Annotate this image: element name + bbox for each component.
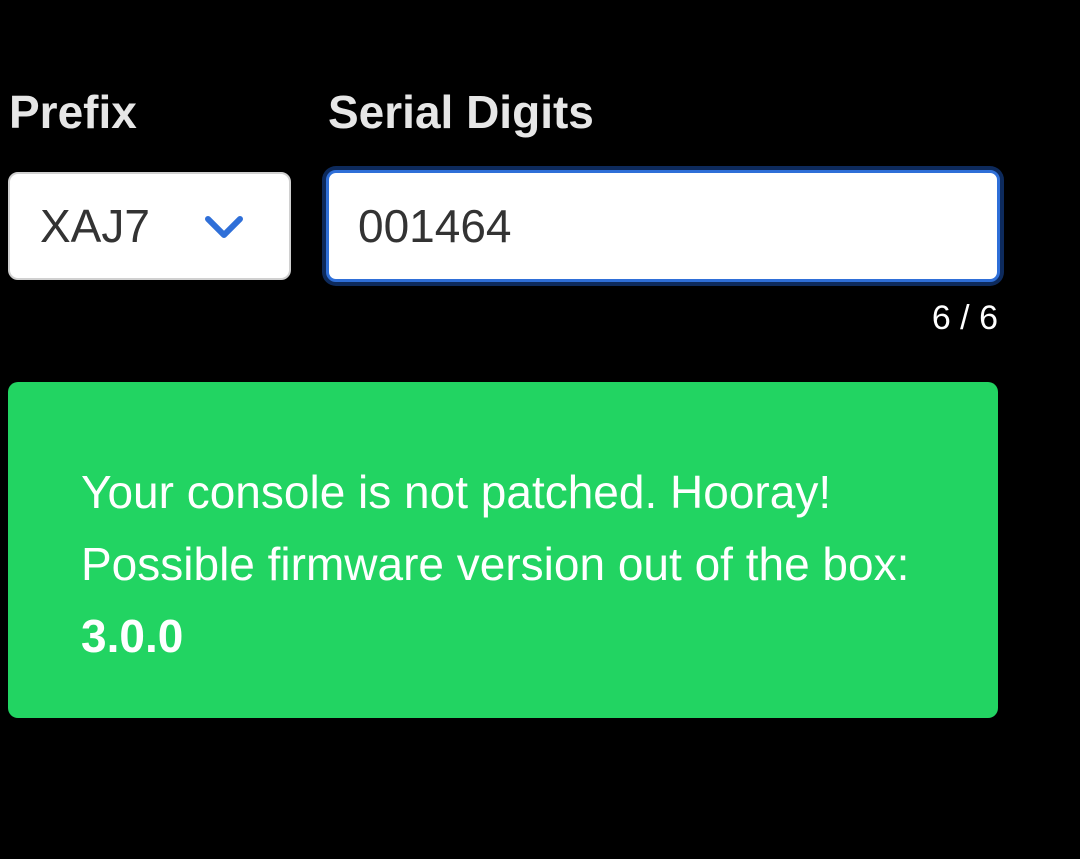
result-message: Your console is not patched. Hooray! Pos…: [81, 456, 938, 672]
result-message-text: Your console is not patched. Hooray! Pos…: [81, 466, 910, 590]
result-alert: Your console is not patched. Hooray! Pos…: [8, 382, 998, 718]
serial-digits-input[interactable]: [358, 173, 997, 279]
serial-digits-label: Serial Digits: [328, 86, 594, 138]
prefix-select[interactable]: XAJ7: [8, 172, 291, 280]
firmware-version: 3.0.0: [81, 610, 184, 662]
character-counter: 6 / 6: [931, 299, 998, 337]
prefix-selected-value: XAJ7: [40, 200, 150, 252]
serial-checker: Prefix Serial Digits XAJ7 6 / 6 Your con…: [0, 0, 1080, 859]
prefix-label: Prefix: [9, 86, 137, 138]
chevron-down-icon: [205, 216, 243, 238]
serial-digits-field[interactable]: [326, 170, 1000, 282]
